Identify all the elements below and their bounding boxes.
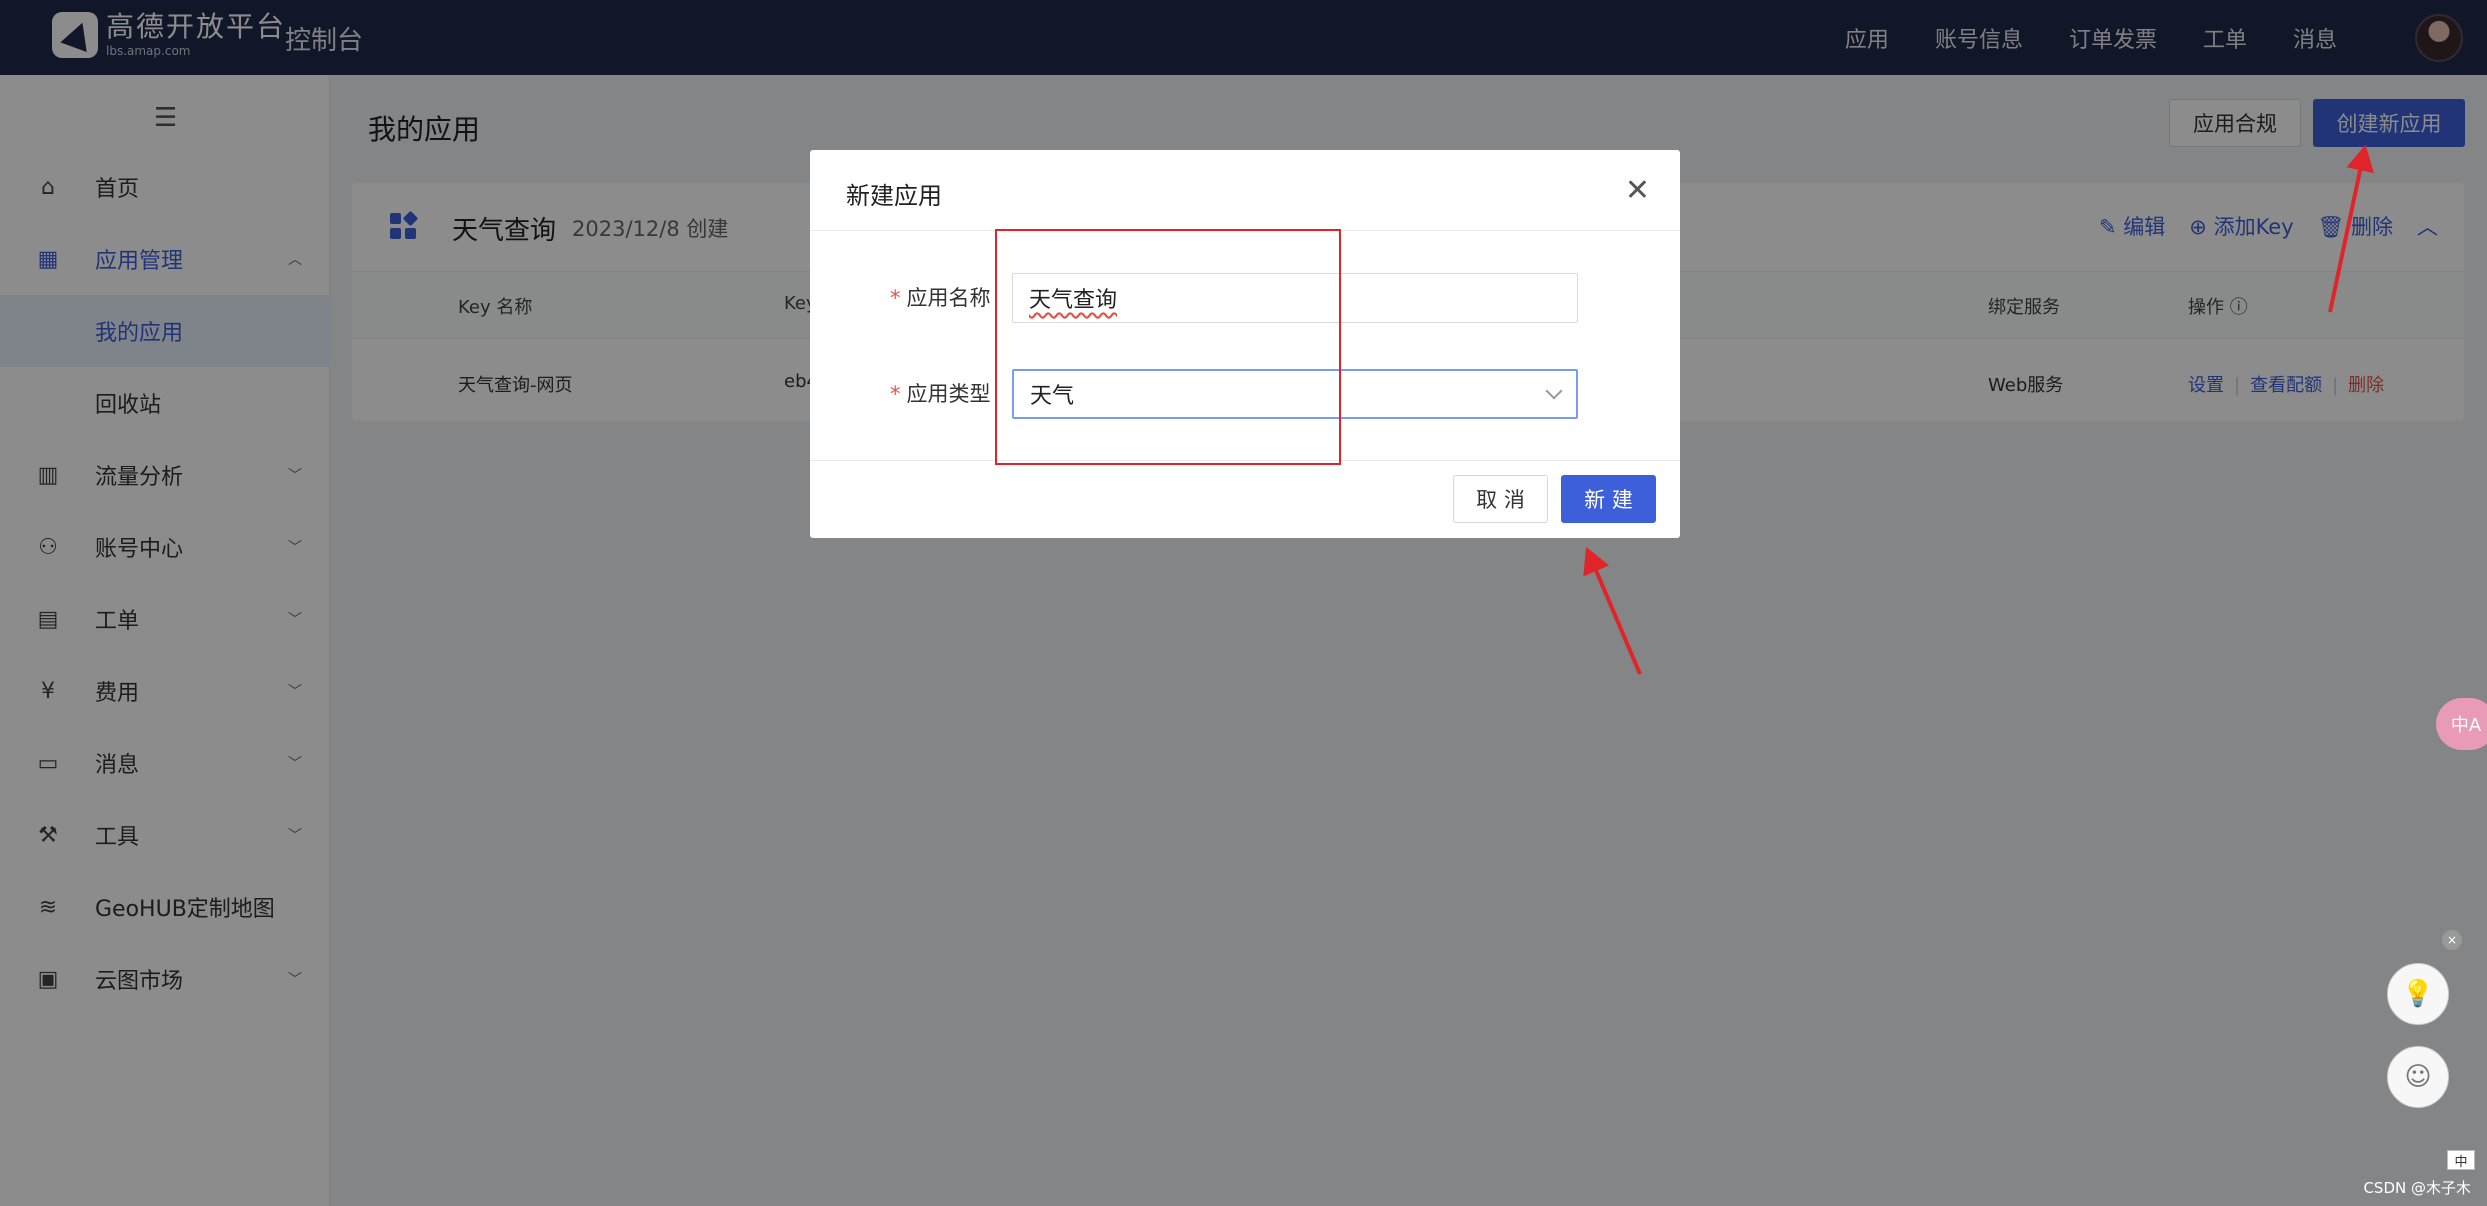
cancel-button[interactable]: 取 消 [1453,475,1548,523]
lightbulb-icon[interactable]: 💡 [2387,963,2449,1025]
annotation-box [995,229,1341,465]
ime-indicator: 中 [2447,1150,2475,1170]
create-button[interactable]: 新 建 [1561,475,1656,523]
translate-icon[interactable]: 中A [2436,698,2487,750]
support-avatar-icon[interactable]: ☺ [2387,1046,2449,1108]
chevron-down-icon [1545,382,1563,400]
close-float-icon[interactable]: × [2442,930,2462,950]
app-name-label: * 应用名称 [890,286,991,310]
dialog-title: 新建应用 [846,182,942,210]
app-type-label: * 应用类型 [890,382,991,406]
close-icon[interactable]: ✕ [1625,176,1650,206]
watermark: CSDN @木子木 [2363,1179,2471,1197]
